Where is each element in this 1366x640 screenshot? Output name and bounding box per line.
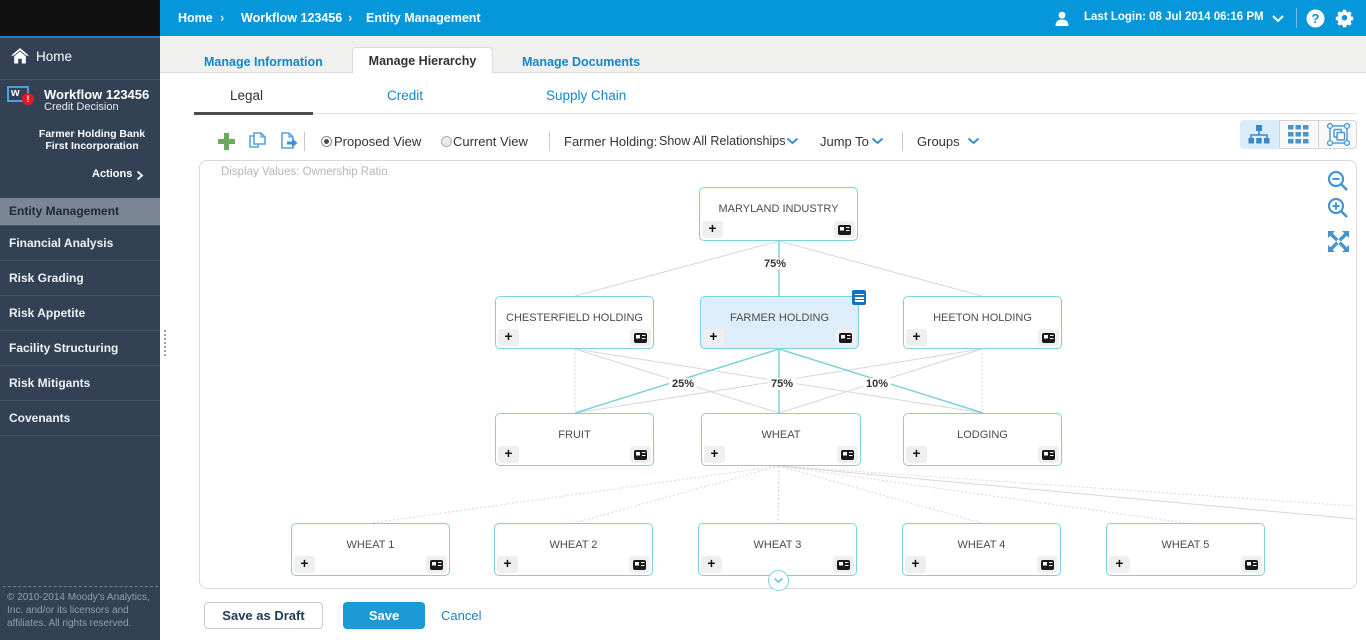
svg-text:?: ? [1312, 11, 1320, 26]
